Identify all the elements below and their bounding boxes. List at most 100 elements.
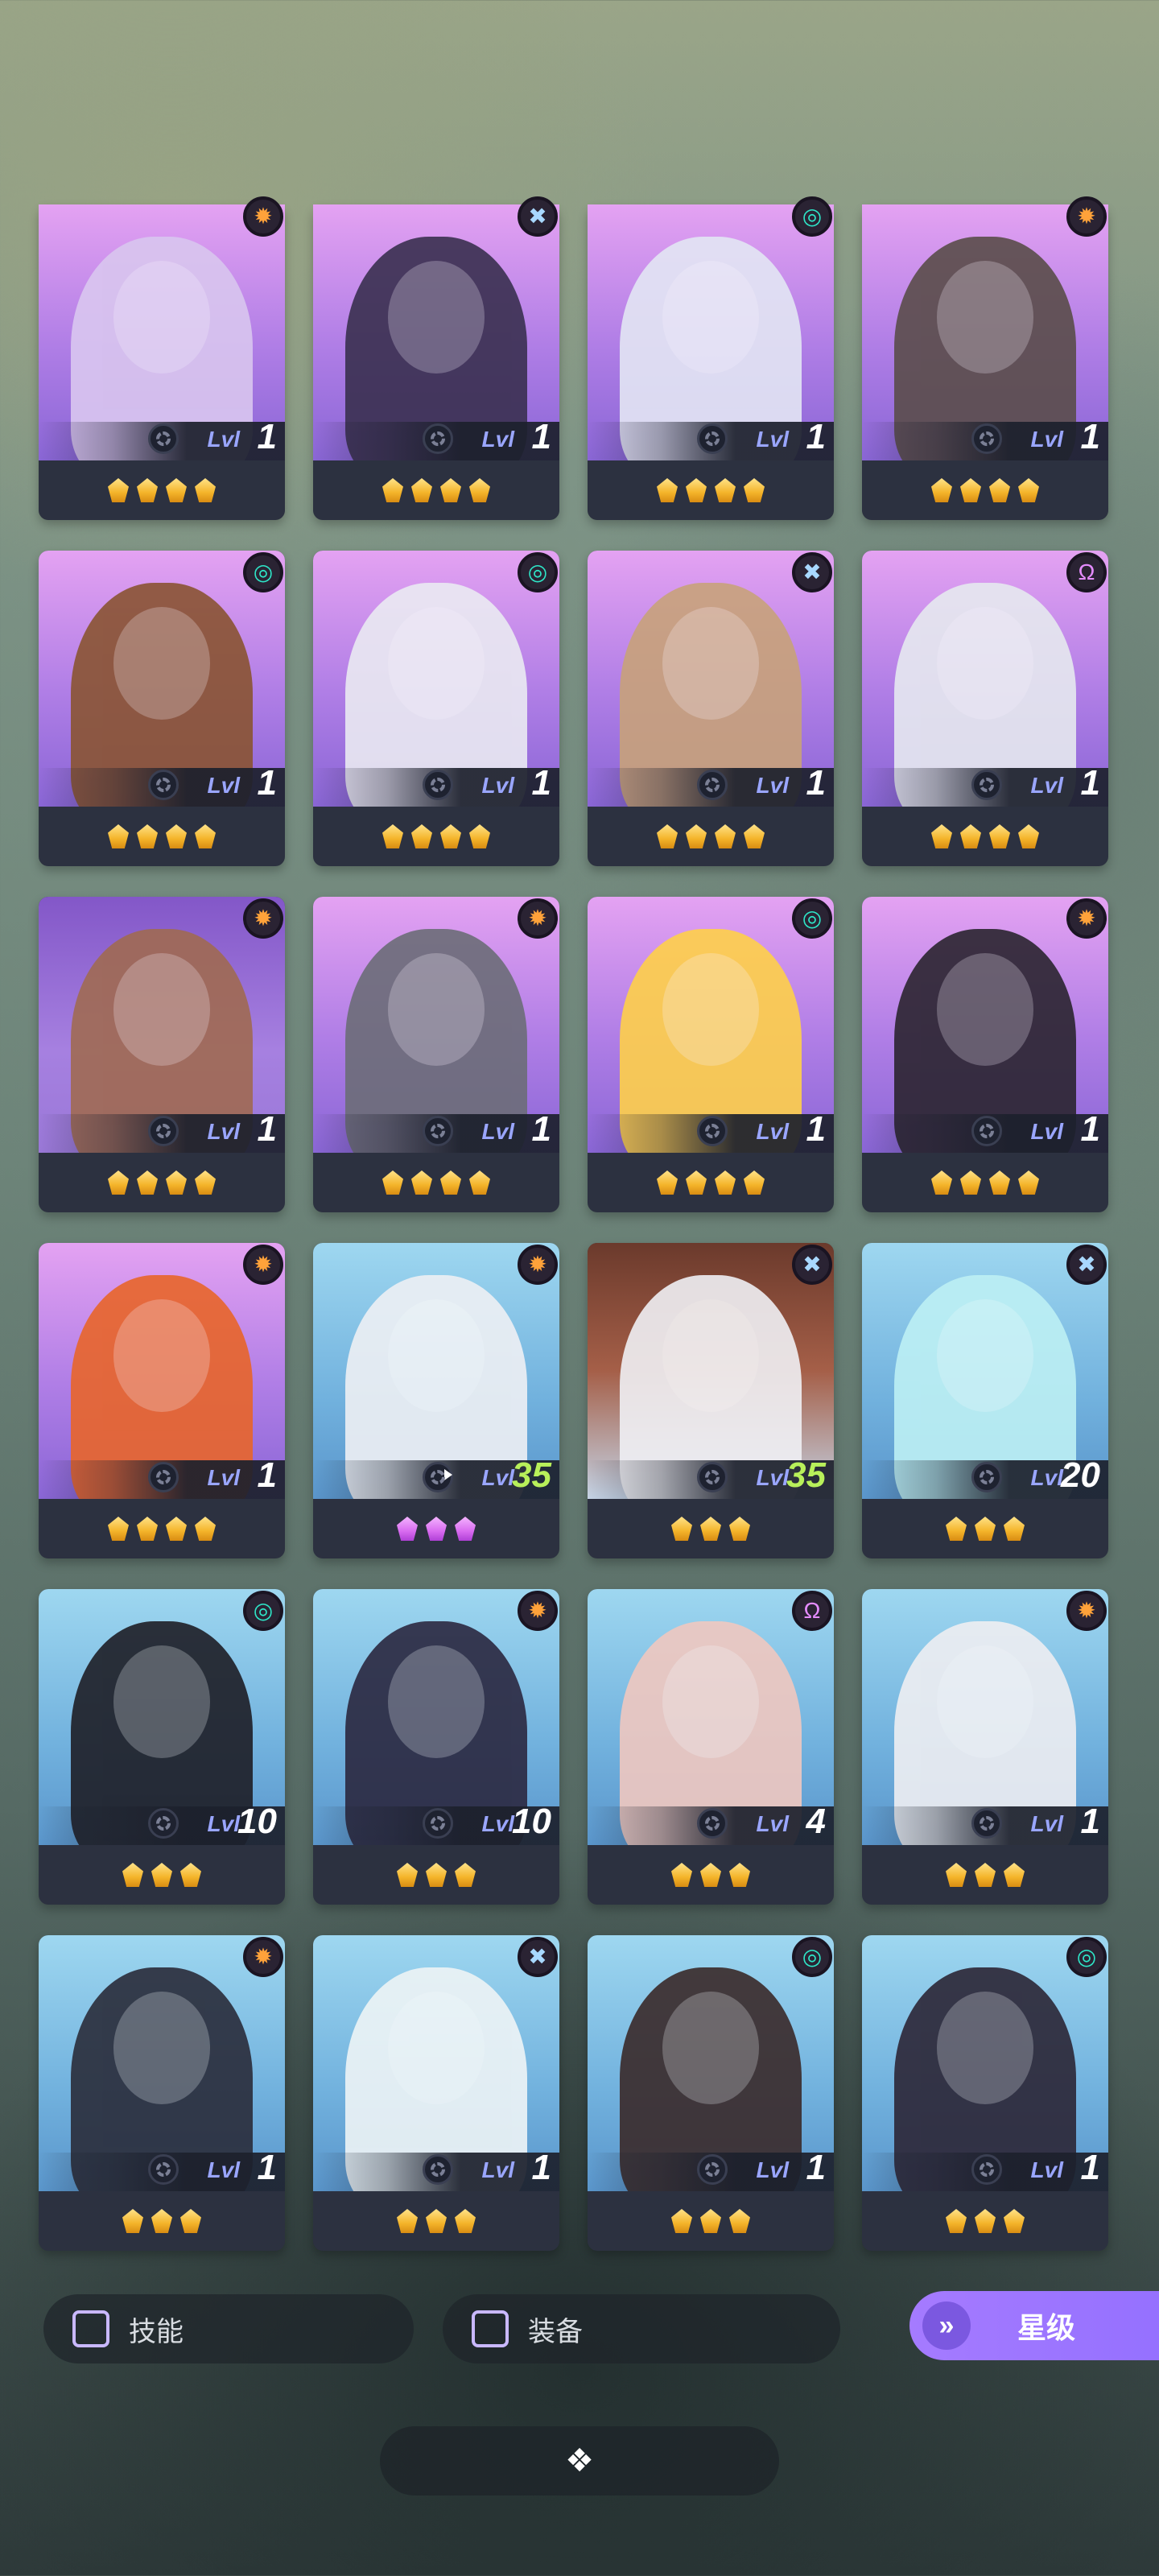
level-label: Lvl [756, 773, 789, 798]
level-label: Lvl [481, 1811, 514, 1836]
star-icon [180, 1863, 201, 1887]
star-icon [729, 2209, 750, 2233]
star-icon [195, 1170, 216, 1195]
star-icon [700, 2209, 721, 2233]
level-label: Lvl [1030, 427, 1063, 452]
star-icon [729, 1517, 750, 1541]
hero-portrait: Lvl 1 [39, 204, 285, 460]
star-icon [440, 478, 461, 502]
level-value: 1 [806, 417, 826, 456]
star-rating [313, 1499, 559, 1558]
level-strip: Lvl 1 [588, 417, 834, 460]
gear-icon [697, 1808, 728, 1839]
level-strip: Lvl 20 [862, 1455, 1108, 1499]
hero-card[interactable]: Lvl 1 ✹ [862, 897, 1108, 1212]
hero-card[interactable]: Lvl 1 ✹ [39, 1935, 285, 2251]
cross-element-icon: ✖ [792, 552, 832, 592]
star-rating [39, 1845, 285, 1905]
star-rating [313, 2191, 559, 2251]
hero-card[interactable]: Lvl 1 ✖ [313, 196, 559, 520]
level-value: 1 [806, 763, 826, 803]
drawer-handle[interactable]: ❖ [380, 2426, 779, 2496]
star-icon [195, 1517, 216, 1541]
star-icon [122, 1863, 143, 1887]
level-strip: Lvl 1 [39, 1455, 285, 1499]
level-value: 1 [1080, 2148, 1100, 2187]
hero-card[interactable]: Lvl 1 ✹ [39, 897, 285, 1212]
level-value: 1 [531, 763, 551, 803]
star-icon [657, 824, 678, 848]
star-icon [1004, 2209, 1025, 2233]
star-icon [657, 1170, 678, 1195]
hero-card[interactable]: Lvl 35 ✹ [313, 1243, 559, 1558]
gear-icon [423, 770, 453, 800]
star-icon [744, 1170, 765, 1195]
hero-card[interactable]: Lvl 1 ◎ [588, 897, 834, 1212]
equipment-checkbox[interactable] [472, 2310, 509, 2347]
star-icon [960, 824, 981, 848]
level-value: 1 [1080, 1109, 1100, 1149]
hero-portrait: Lvl 1 [39, 897, 285, 1153]
cross-element-icon: ✖ [518, 1937, 558, 1977]
skill-filter-toggle[interactable]: 技能 [43, 2294, 414, 2363]
hero-portrait: Lvl 1 [39, 1243, 285, 1499]
level-label: Lvl [481, 773, 514, 798]
star-icon [166, 478, 187, 502]
hero-card[interactable]: Lvl 1 Ω [862, 551, 1108, 866]
star-rating [862, 1153, 1108, 1212]
sun-element-icon: ✹ [243, 1245, 283, 1285]
hero-card[interactable]: Lvl 20 ✖ [862, 1243, 1108, 1558]
hero-card[interactable]: Lvl 1 ◎ [588, 1935, 834, 2251]
sort-label: 星级 [1017, 2311, 1076, 2344]
level-value: 35 [512, 1455, 551, 1495]
hero-portrait: Lvl 1 [862, 204, 1108, 460]
level-label: Lvl [207, 427, 240, 452]
hero-portrait: Lvl 1 [588, 1935, 834, 2191]
level-strip: Lvl 10 [39, 1802, 285, 1845]
level-strip: Lvl 35 [313, 1455, 559, 1499]
star-rating [588, 1845, 834, 1905]
star-rating [39, 460, 285, 520]
hero-card[interactable]: Lvl 4 Ω [588, 1589, 834, 1905]
sun-element-icon: ✹ [518, 1245, 558, 1285]
hero-card[interactable]: Lvl 1 ✹ [862, 196, 1108, 520]
star-icon [137, 1170, 158, 1195]
star-icon [744, 824, 765, 848]
hero-card[interactable]: Lvl 1 ◎ [313, 551, 559, 866]
star-icon [397, 1863, 418, 1887]
star-icon [700, 1517, 721, 1541]
hero-card[interactable]: Lvl 1 ✹ [862, 1589, 1108, 1905]
star-rating [313, 460, 559, 520]
hero-card[interactable]: Lvl 1 ◎ [862, 1935, 1108, 2251]
level-value: 20 [1061, 1455, 1100, 1495]
hero-card[interactable]: Lvl 1 ✹ [313, 897, 559, 1212]
star-icon [686, 478, 707, 502]
hero-card[interactable]: Lvl 1 ✹ [39, 1243, 285, 1558]
star-rating [862, 1499, 1108, 1558]
hero-card[interactable]: Lvl 1 ✖ [588, 551, 834, 866]
gear-icon [971, 770, 1002, 800]
star-icon [715, 478, 736, 502]
hero-card[interactable]: Lvl 1 ✖ [313, 1935, 559, 2251]
star-icon [989, 824, 1010, 848]
hero-card[interactable]: Lvl 1 ◎ [588, 196, 834, 520]
gear-icon [148, 1808, 179, 1839]
hero-portrait: Lvl 10 [313, 1589, 559, 1845]
equipment-filter-toggle[interactable]: 装备 [443, 2294, 840, 2363]
hero-card[interactable]: Lvl 35 ✖ [588, 1243, 834, 1558]
star-icon [426, 2209, 447, 2233]
hero-card[interactable]: Lvl 10 ◎ [39, 1589, 285, 1905]
star-icon [195, 478, 216, 502]
hero-card[interactable]: Lvl 1 ◎ [39, 551, 285, 866]
gear-icon [148, 1116, 179, 1146]
hero-portrait: Lvl 1 [313, 551, 559, 807]
level-strip: Lvl 1 [862, 1802, 1108, 1845]
sort-by-star-button[interactable]: » 星级 [909, 2291, 1159, 2360]
diamond-cluster-icon: ❖ [565, 2443, 594, 2479]
star-icon [975, 1517, 996, 1541]
skill-checkbox[interactable] [72, 2310, 109, 2347]
gear-icon [423, 1116, 453, 1146]
hero-card[interactable]: Lvl 10 ✹ [313, 1589, 559, 1905]
hero-card[interactable]: Lvl 1 ✹ [39, 196, 285, 520]
star-icon [1018, 1170, 1039, 1195]
